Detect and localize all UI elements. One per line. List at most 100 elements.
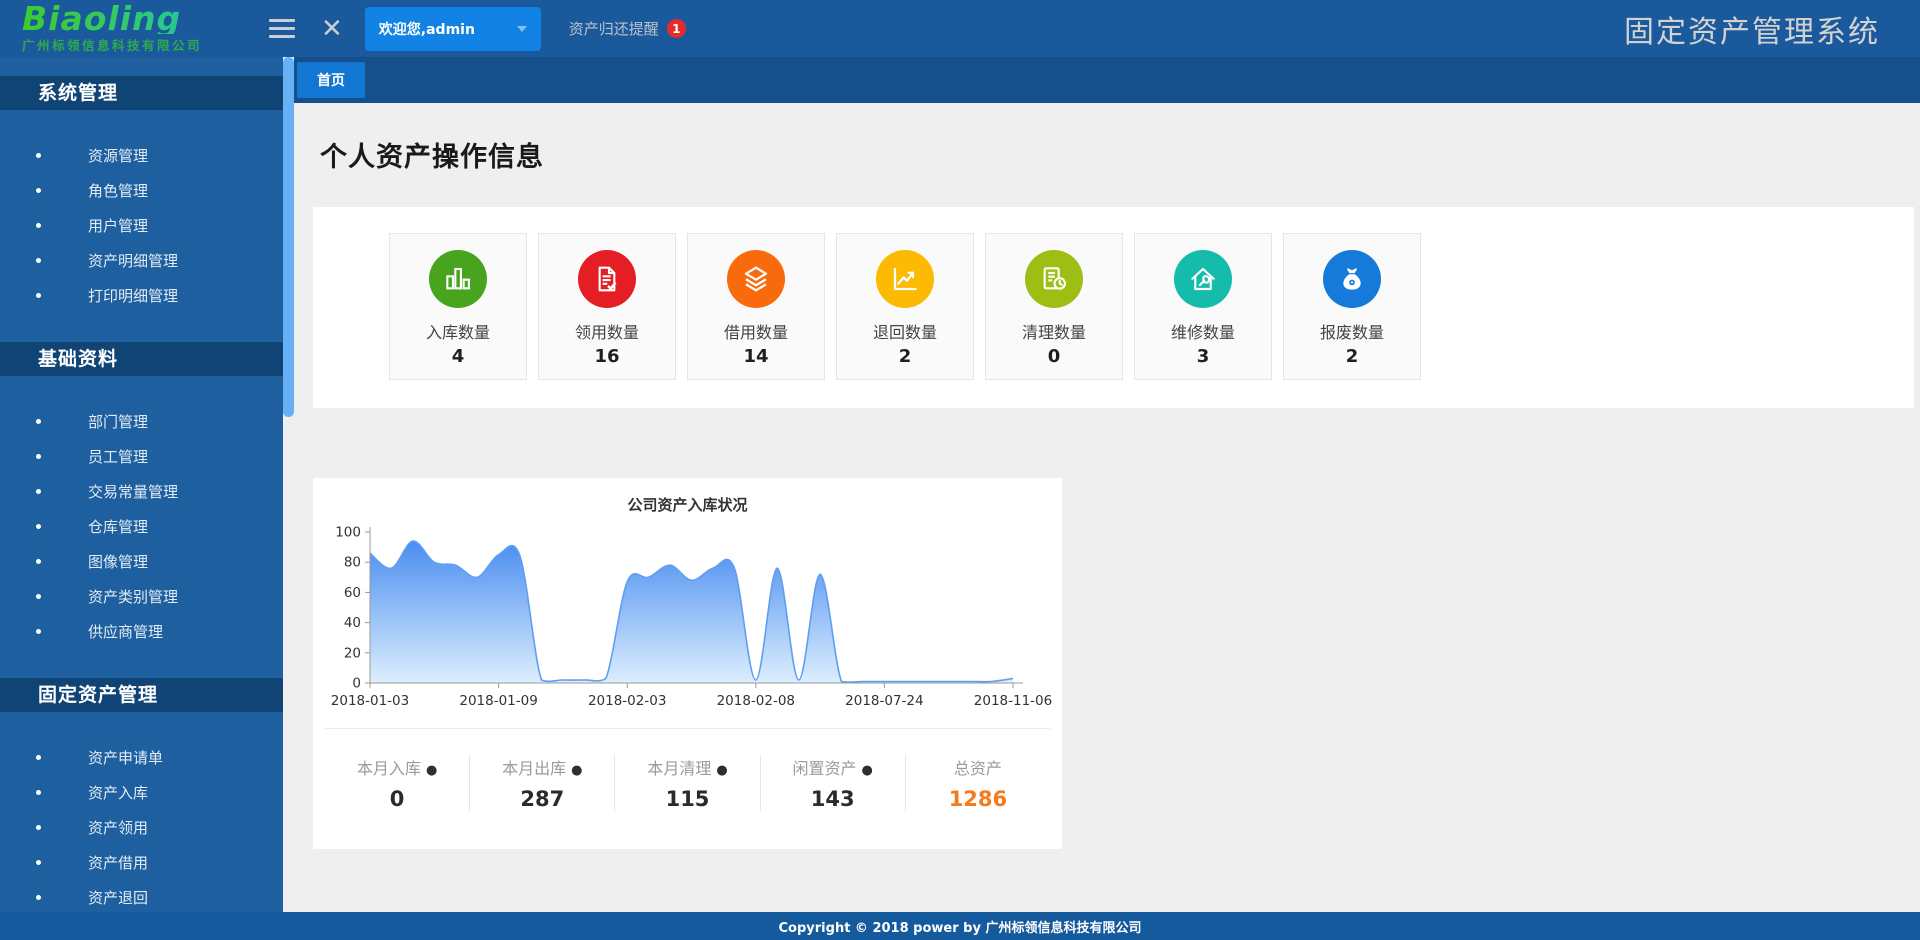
logo-company-text: 广州标领信息科技有限公司 [22,35,247,54]
chart-panel: 公司资产入库状况 0204060801002018-01-032018-01-0… [313,478,1062,849]
bullet-icon [36,790,41,795]
bullet-icon [36,629,41,634]
sidebar-item[interactable]: 供应商管理 [0,614,283,649]
sidebar-item-label: 资产借用 [88,852,148,873]
stat-card-借用数量[interactable]: 借用数量 14 [687,233,825,380]
sidebar-item[interactable]: 资源管理 [0,138,283,173]
summary-stats-row: 本月入库● 0 本月出库● 287 本月清理● 115 闲置资产● 143 总资… [325,728,1050,829]
sidebar-menu-list: 部门管理 员工管理 交易常量管理 仓库管理 图像管理 资产类别管理 供应商管理 [0,404,283,649]
sidebar-section-title[interactable]: 固定资产管理 [0,678,283,712]
bullet-icon: ● [571,763,582,778]
summary-stat-本月出库: 本月出库● 287 [470,755,615,811]
stat-card-维修数量[interactable]: 维修数量 3 [1134,233,1272,380]
sidebar-item[interactable]: 用户管理 [0,208,283,243]
close-icon[interactable]: ✕ [321,16,343,42]
logo[interactable]: Biaoling 广州标领信息科技有限公司 [22,4,247,54]
welcome-admin-dropdown[interactable]: 欢迎您,admin [365,7,541,51]
sidebar-item[interactable]: 资产借用 [0,845,283,880]
sidebar-item[interactable]: 资产明细管理 [0,243,283,278]
summary-stat-闲置资产: 闲置资产● 143 [761,755,906,811]
summary-stat-value: 0 [325,787,469,811]
sidebar-item-label: 仓库管理 [88,516,148,537]
welcome-label: 欢迎您,admin [379,19,475,39]
summary-stat-label: 总资产 [954,759,1002,778]
reminder-badge: 1 [667,19,686,38]
sidebar-item[interactable]: 打印明细管理 [0,278,283,313]
main-content: 首页 个人资产操作信息 入库数量 4 领用数量 16 借用数量 14 退回数量 … [294,57,1920,912]
y-tick-label: 0 [352,676,361,692]
app-window: Biaoling 广州标领信息科技有限公司 ✕ 欢迎您,admin 资产归还提醒… [0,0,1920,940]
sidebar-item-label: 员工管理 [88,446,148,467]
sidebar-item-label: 资产明细管理 [88,250,178,271]
bullet-icon [36,895,41,900]
menu-icon[interactable] [269,19,295,38]
summary-stat-value: 1286 [906,787,1050,811]
y-tick-label: 40 [344,615,361,631]
sidebar-item-label: 角色管理 [88,180,148,201]
sidebar-item-label: 资产入库 [88,782,148,803]
summary-stat-label: 本月清理 [647,759,711,778]
x-tick-label: 2018-02-03 [588,693,666,709]
bullet-icon: ● [716,763,727,778]
stat-card-label: 退回数量 [873,319,937,343]
bullet-icon [36,755,41,760]
system-title: 固定资产管理系统 [1624,7,1880,51]
bullet-icon [36,559,41,564]
sidebar-item[interactable]: 图像管理 [0,544,283,579]
sidebar-item[interactable]: 部门管理 [0,404,283,439]
summary-stat-label: 本月入库 [357,759,421,778]
sidebar-item[interactable]: 交易常量管理 [0,474,283,509]
sidebar-item[interactable]: 仓库管理 [0,509,283,544]
stat-card-value: 4 [452,346,465,367]
x-tick-label: 2018-01-03 [331,693,409,709]
stat-card-label: 报废数量 [1320,319,1384,343]
sidebar-item[interactable]: 资产类别管理 [0,579,283,614]
sidebar-section-title[interactable]: 系统管理 [0,76,283,110]
sidebar-scrollbar[interactable] [283,57,294,417]
y-tick-label: 20 [344,645,361,661]
stat-card-清理数量[interactable]: 清理数量 0 [985,233,1123,380]
summary-stat-总资产: 总资产 1286 [906,755,1050,811]
bullet-icon [36,153,41,158]
summary-stat-label: 本月出库 [502,759,566,778]
chart-title: 公司资产入库状况 [313,478,1062,515]
document-check-icon [578,250,636,308]
stat-card-报废数量[interactable]: 报废数量 2 [1283,233,1421,380]
sidebar-item[interactable]: 员工管理 [0,439,283,474]
money-bag-icon [1323,250,1381,308]
stat-card-value: 16 [594,346,619,367]
house-wrench-icon [1174,250,1232,308]
stat-card-value: 0 [1048,346,1061,367]
sidebar-item[interactable]: 资产退回 [0,880,283,912]
sidebar-item[interactable]: 资产领用 [0,810,283,845]
summary-stat-本月清理: 本月清理 ● 115 [615,755,760,811]
asset-return-reminder[interactable]: 资产归还提醒 1 [569,18,686,39]
sidebar-item[interactable]: 资产入库 [0,775,283,810]
asset-inbound-area-chart: 0204060801002018-01-032018-01-092018-02-… [313,517,1062,722]
stat-card-入库数量[interactable]: 入库数量 4 [389,233,527,380]
bullet-icon [36,223,41,228]
stat-card-领用数量[interactable]: 领用数量 16 [538,233,676,380]
bullet-icon [36,860,41,865]
bullet-icon [36,419,41,424]
stat-card-label: 借用数量 [724,319,788,343]
bullet-icon [36,293,41,298]
reminder-label: 资产归还提醒 [569,18,659,39]
sidebar-menu-list: 资产申请单 资产入库 资产领用 资产借用 资产退回 [0,740,283,912]
stat-card-label: 清理数量 [1022,319,1086,343]
sidebar-section-title[interactable]: 基础资料 [0,342,283,376]
sidebar-item[interactable]: 角色管理 [0,173,283,208]
stat-card-退回数量[interactable]: 退回数量 2 [836,233,974,380]
stat-card-value: 2 [1346,346,1359,367]
y-tick-label: 60 [344,585,361,601]
stat-card-label: 维修数量 [1171,319,1235,343]
bullet-icon [36,188,41,193]
summary-stat-value: 143 [761,787,905,811]
summary-stat-value: 115 [615,787,759,811]
sidebar-item[interactable]: 资产申请单 [0,740,283,775]
sidebar-item-label: 资产领用 [88,817,148,838]
sidebar-item-label: 交易常量管理 [88,481,178,502]
tab-home[interactable]: 首页 [297,62,365,98]
tab-bar: 首页 [294,57,1920,103]
sidebar-item-label: 资产退回 [88,887,148,908]
